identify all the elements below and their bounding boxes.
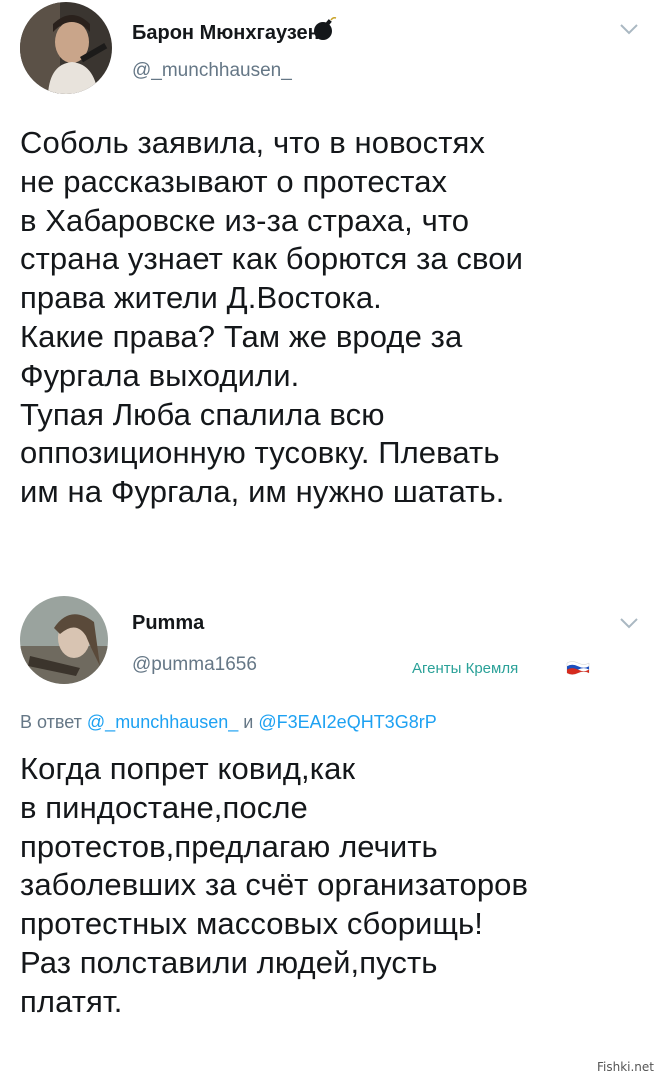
bomb-icon	[312, 16, 338, 47]
avatar[interactable]	[20, 2, 112, 94]
reply-context: В ответ @_munchhausen_ и @F3EAI2eQHT3G8r…	[20, 712, 437, 733]
badge-label: Агенты Кремля	[412, 660, 519, 677]
russian-flag-icon	[566, 660, 590, 681]
tweet-text: Соболь заявила, что в новостях не расска…	[20, 125, 524, 510]
tweet-main: Барон Мюнхгаузен @_munchhausen_ Соболь з…	[0, 0, 660, 590]
author-name[interactable]: Барон Мюнхгаузен	[132, 22, 320, 45]
avatar[interactable]	[20, 596, 108, 684]
watermark: Fishki.net	[596, 1060, 654, 1074]
author-name[interactable]: Pumma	[132, 612, 204, 635]
reply-prefix: В ответ	[20, 712, 82, 732]
chevron-down-icon[interactable]	[618, 22, 640, 36]
author-handle[interactable]: @_munchhausen_	[132, 60, 292, 82]
chevron-down-icon[interactable]	[618, 616, 640, 630]
reply-mention[interactable]: @_munchhausen_	[87, 712, 238, 732]
tweet-reply: Pumma @pumma1656 Агенты Кремля В ответ @…	[0, 590, 660, 1080]
tweet-text: Когда попрет ковид,как в пиндостане,посл…	[20, 751, 529, 1019]
reply-mention[interactable]: @F3EAI2eQHT3G8rP	[258, 712, 436, 732]
author-handle[interactable]: @pumma1656	[132, 654, 257, 676]
reply-and: и	[243, 712, 254, 732]
